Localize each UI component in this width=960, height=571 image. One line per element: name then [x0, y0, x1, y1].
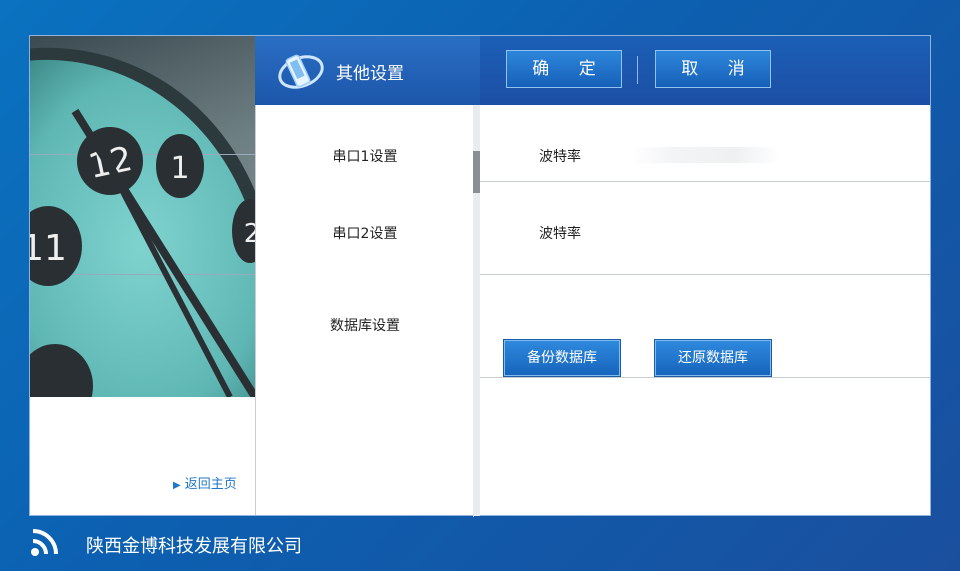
serial1-baud-label: 波特率 [539, 149, 581, 165]
serial1-baud-field[interactable] [630, 147, 780, 163]
wireless-signal-icon [31, 529, 58, 556]
backup-database-button[interactable]: 备份数据库 [503, 339, 621, 377]
settings-menu: 串口1设置 串口2设置 数据库设置 [256, 105, 474, 516]
svg-text:2: 2 [244, 219, 255, 249]
menu-scroll-thumb[interactable] [473, 151, 480, 193]
main-panel: 12 1 2 11 ▶返回主页 [29, 35, 931, 517]
page-title: 其他设置 [336, 64, 404, 84]
phone-orbit-icon [278, 54, 324, 89]
triangle-right-icon: ▶ [173, 480, 181, 491]
header-title-cell: 其他设置 [255, 36, 480, 105]
back-home-label: 返回主页 [184, 477, 237, 492]
back-home-link[interactable]: ▶ 返回主页 [173, 473, 237, 492]
header-bar: 其他设置 确 定 取 消 [255, 36, 930, 105]
menu-item-serial1[interactable]: 串口1设置 [256, 146, 474, 166]
confirm-button[interactable]: 确 定 [506, 50, 622, 88]
restore-database-button[interactable]: 还原数据库 [654, 339, 772, 377]
menu-item-database[interactable]: 数据库设置 [256, 315, 474, 335]
menu-scrollbar[interactable] [473, 105, 480, 516]
divider-row2 [480, 274, 930, 275]
svg-text:1: 1 [170, 151, 189, 186]
menu-item-serial2[interactable]: 串口2设置 [256, 223, 474, 243]
divider-row1 [480, 181, 930, 182]
header-separator [637, 56, 638, 84]
serial2-baud-label: 波特率 [539, 226, 581, 242]
clock-photo: 12 1 2 11 [30, 36, 255, 397]
company-name: 陕西金博科技发展有限公司 [86, 536, 302, 557]
clock-illustration: 12 1 2 11 [30, 47, 255, 397]
clock-number-1: 1 [156, 134, 204, 198]
svg-text:11: 11 [30, 228, 67, 269]
divider-row3 [480, 377, 930, 378]
settings-content: 波特率 波特率 备份数据库 还原数据库 [480, 105, 930, 516]
cancel-button[interactable]: 取 消 [655, 50, 771, 88]
